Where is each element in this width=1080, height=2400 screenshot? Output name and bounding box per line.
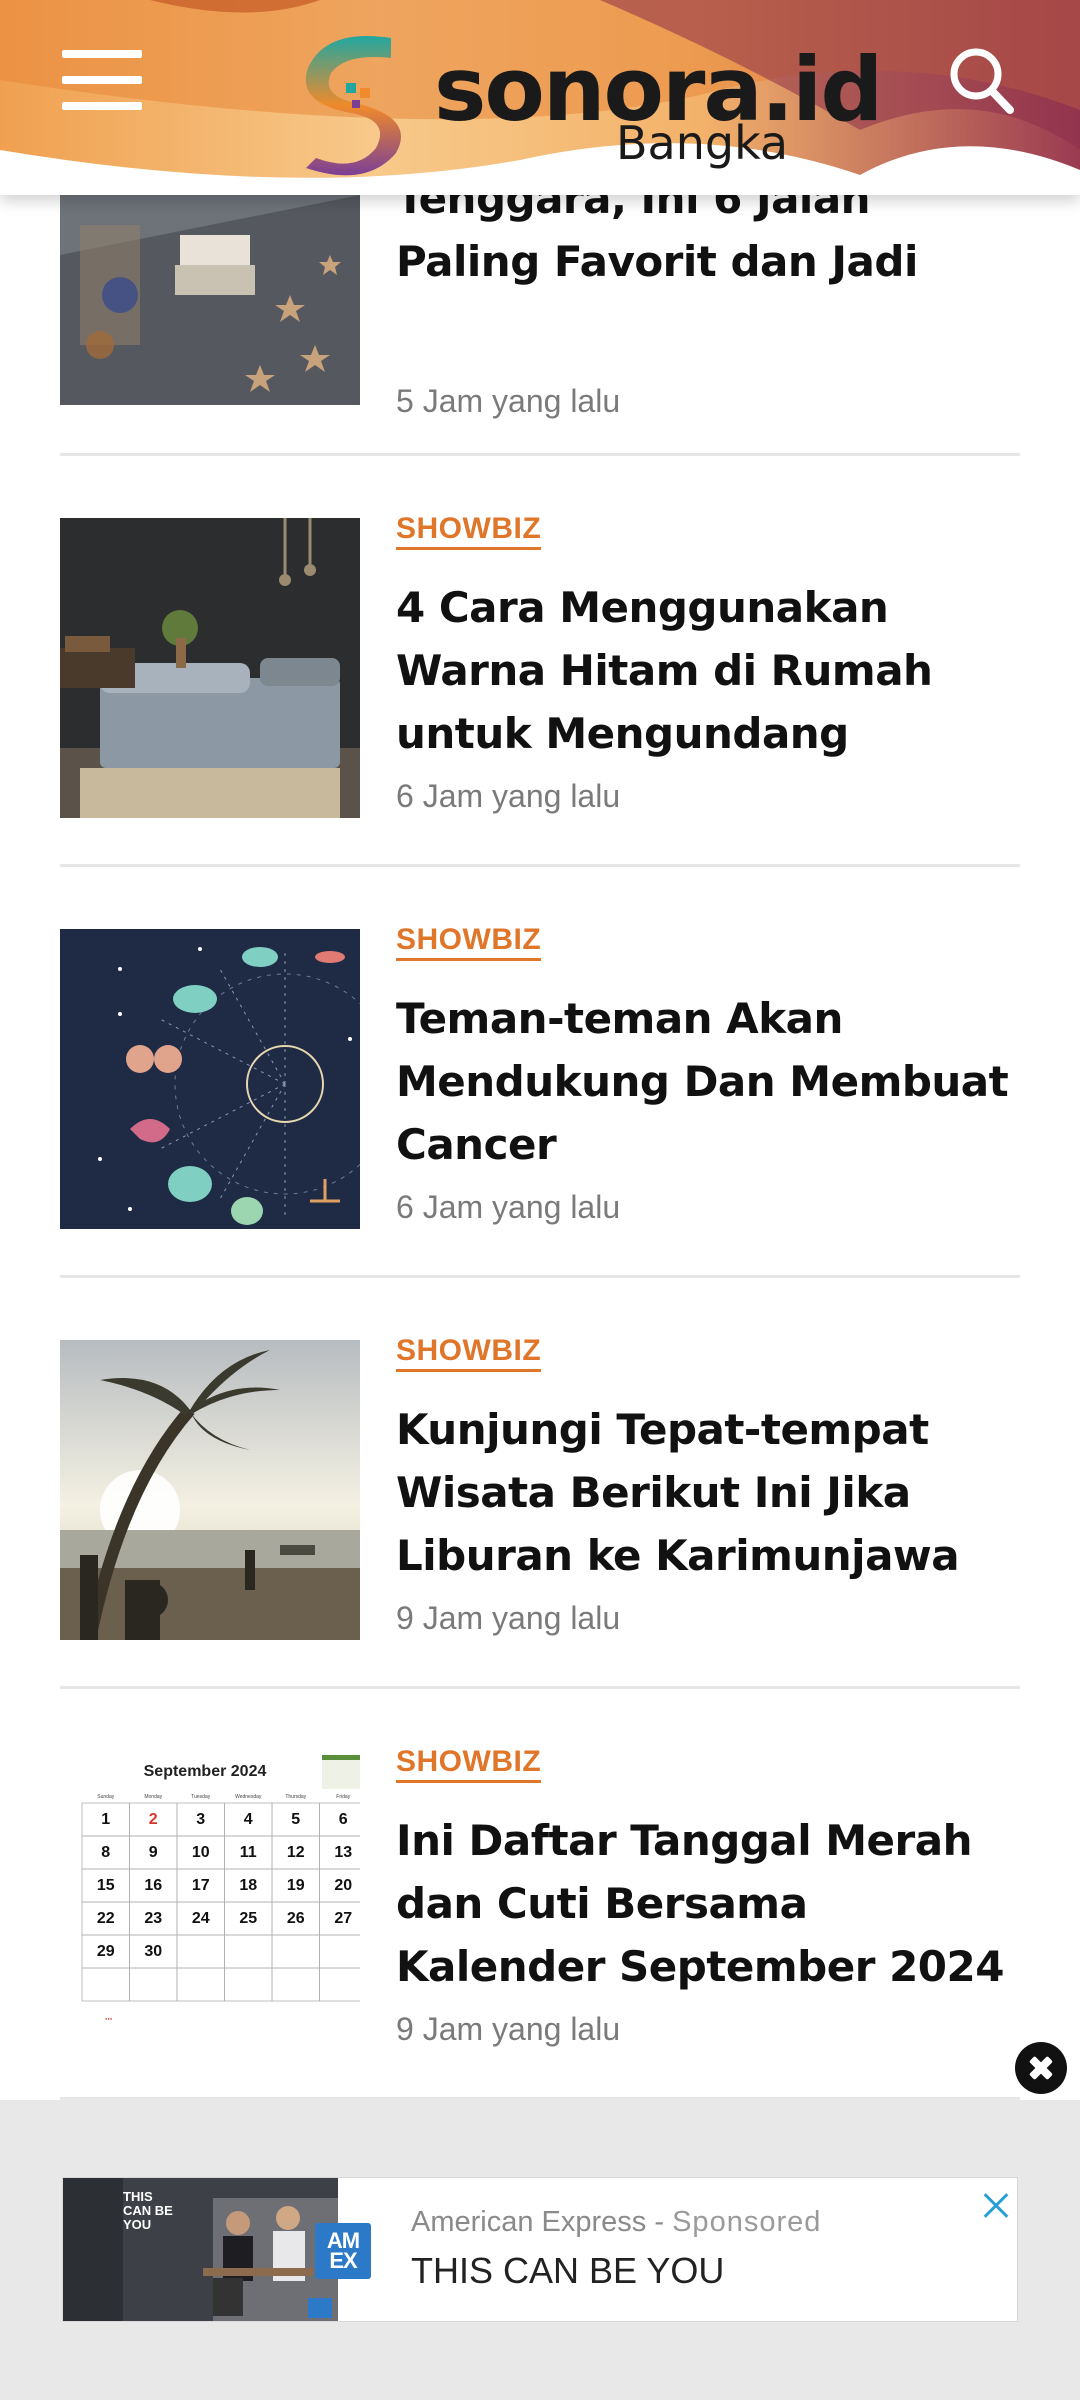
calendar-date: 12 — [287, 1844, 305, 1861]
article-time: 6 Jam yang lalu — [396, 1189, 621, 1225]
article-item[interactable]: September 2024 Sunday Monday Tuesday Wednes… — [60, 1689, 1020, 2100]
ad-meta: American Express - Sponsored — [411, 2206, 821, 2239]
article-content: SHOWBIZ Ini Daftar Tanggal Merah dan Cut… — [396, 1745, 1016, 1998]
article-category[interactable]: SHOWBIZ — [396, 1334, 542, 1372]
calendar-date: 30 — [144, 1943, 162, 1960]
calendar-day-header: Wednesday — [235, 1794, 262, 1800]
ad-advertiser: American Express — [411, 2206, 647, 2238]
calendar-date: 18 — [239, 1877, 257, 1894]
calendar-day-header: Tuesday — [191, 1794, 210, 1800]
article-time: 5 Jam yang lalu — [396, 383, 621, 419]
calendar-day-header: Monday — [144, 1794, 162, 1800]
calendar-date: 16 — [144, 1877, 162, 1894]
article-time: 9 Jam yang lalu — [396, 1600, 621, 1636]
ad-headline[interactable]: THIS CAN BE YOU — [411, 2250, 724, 2292]
calendar-date: 4 — [244, 1811, 253, 1828]
article-item[interactable]: SHOWBIZ 4 Cara Menggunakan Warna Hitam d… — [60, 456, 1020, 867]
sonora-logo-icon — [305, 36, 401, 176]
article-category[interactable]: SHOWBIZ — [396, 1745, 542, 1783]
calendar-date: 9 — [149, 1844, 158, 1861]
calendar-date: 6 — [339, 1811, 348, 1828]
calendar-day-header: Thursday — [285, 1794, 306, 1800]
article-thumbnail[interactable] — [60, 929, 360, 1229]
calendar-date: 20 — [334, 1877, 352, 1894]
ad-sponsored-label: Sponsored — [672, 2206, 822, 2238]
calendar-date: 8 — [101, 1844, 110, 1861]
ad-image-text: THIS CAN BE YOU — [123, 2189, 173, 2232]
article-title[interactable]: Kunjungi Tepat-tempat Wisata Berikut Ini… — [396, 1398, 1016, 1587]
article-time: 6 Jam yang lalu — [396, 778, 621, 814]
search-icon[interactable] — [948, 46, 1014, 116]
amex-logo-text: AM EX — [326, 2228, 360, 2273]
article-title[interactable]: 4 Cara Menggunakan Warna Hitam di Rumah … — [396, 576, 1016, 765]
calendar-date: 1 — [101, 1811, 110, 1828]
article-content: SHOWBIZ Kunjungi Tepat-tempat Wisata Ber… — [396, 1334, 1016, 1587]
calendar-date: 13 — [334, 1844, 352, 1861]
calendar-date: 5 — [291, 1811, 300, 1828]
calendar-date: 11 — [240, 1844, 257, 1861]
menu-button[interactable] — [62, 48, 142, 112]
hamburger-menu-icon — [62, 50, 142, 58]
article-title[interactable]: Ini Daftar Tanggal Merah dan Cuti Bersam… — [396, 1809, 1016, 1998]
calendar-date: 27 — [334, 1910, 352, 1927]
article-title[interactable]: Teman-teman Akan Mendukung Dan Membuat C… — [396, 987, 1016, 1176]
calendar-date: 17 — [192, 1877, 210, 1894]
calendar-day-header: Friday — [336, 1794, 350, 1800]
calendar-date: 3 — [196, 1811, 205, 1828]
article-category[interactable]: SHOWBIZ — [396, 512, 542, 550]
brand-region: Bangka — [616, 116, 789, 170]
calendar-date: 24 — [192, 1910, 210, 1927]
calendar-date: 23 — [144, 1910, 162, 1927]
site-logo[interactable]: sonora.id Bangka — [296, 28, 883, 178]
article-content: SHOWBIZ Teman-teman Akan Mendukung Dan M… — [396, 923, 1016, 1176]
calendar-image: September 2024 Sunday Monday Tuesday Wednes… — [60, 1751, 360, 2051]
calendar-date: 25 — [239, 1910, 257, 1927]
article-thumbnail[interactable] — [60, 518, 360, 818]
site-header: sonora.id Bangka — [0, 0, 1080, 195]
close-circle-icon[interactable] — [1015, 2042, 1067, 2094]
calendar-month: September 2024 — [144, 1763, 267, 1780]
article-category[interactable]: SHOWBIZ — [396, 923, 542, 961]
calendar-date: 29 — [97, 1943, 115, 1960]
article-time: 9 Jam yang lalu — [396, 2011, 621, 2047]
article-thumbnail[interactable] — [60, 1340, 360, 1640]
calendar-date: 22 — [97, 1910, 115, 1927]
close-icon[interactable] — [977, 2188, 1013, 2224]
amex-logo: AM EX — [315, 2223, 371, 2279]
calendar-date: 15 — [97, 1877, 115, 1894]
svg-text:●●●: ●●● — [105, 2016, 113, 2021]
calendar-day-header: Sunday — [97, 1794, 114, 1800]
calendar-date: 19 — [287, 1877, 305, 1894]
ad-separator: - — [646, 2206, 673, 2238]
calendar-date: 2 — [149, 1811, 158, 1828]
article-thumbnail[interactable]: September 2024 Sunday Monday Tuesday Wednes… — [60, 1751, 360, 2051]
sponsored-ad[interactable]: THIS CAN BE YOU AM EX American Express -… — [62, 2177, 1018, 2322]
article-item[interactable]: SHOWBIZ Teman-teman Akan Mendukung Dan M… — [60, 867, 1020, 1278]
ad-banner-area: THIS CAN BE YOU AM EX American Express -… — [0, 2100, 1080, 2400]
calendar-date: 26 — [287, 1910, 305, 1927]
article-content: SHOWBIZ 4 Cara Menggunakan Warna Hitam d… — [396, 512, 1016, 765]
article-item[interactable]: SHOWBIZ Kunjungi Tepat-tempat Wisata Ber… — [60, 1278, 1020, 1689]
article-thumbnail[interactable] — [60, 195, 360, 405]
ad-image[interactable]: THIS CAN BE YOU — [63, 2178, 338, 2321]
calendar-date: 10 — [192, 1844, 210, 1861]
